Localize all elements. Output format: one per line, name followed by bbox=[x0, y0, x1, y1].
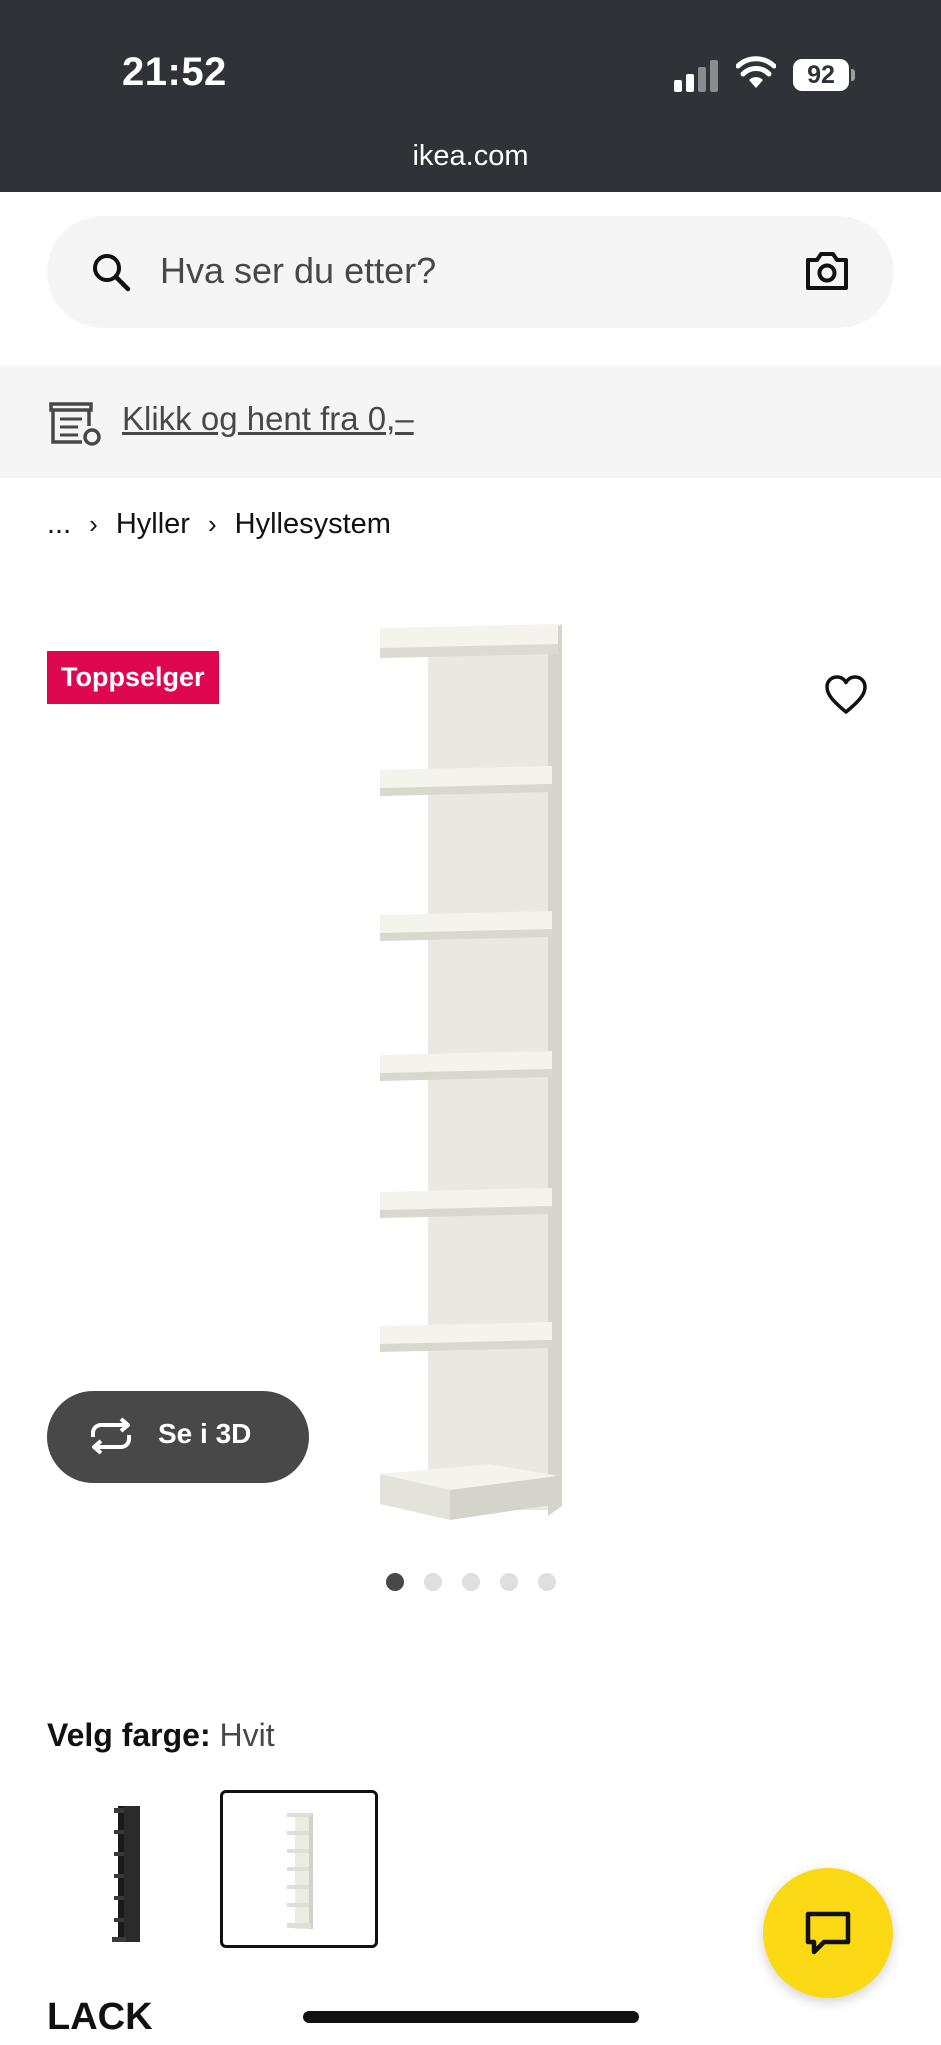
chevron-right-icon: › bbox=[207, 509, 217, 539]
battery-icon: 92 bbox=[793, 59, 855, 91]
product-name: LACK bbox=[47, 1996, 153, 2038]
search-bar[interactable]: Hva ser du etter? bbox=[47, 216, 894, 328]
selected-color-name: Hvit bbox=[219, 1717, 275, 1753]
search-input[interactable]: Hva ser du etter? bbox=[160, 250, 436, 292]
image-carousel-indicator bbox=[386, 1573, 576, 1591]
carousel-dot[interactable] bbox=[538, 1573, 556, 1591]
click-and-collect-banner: Klikk og hent fra 0,– bbox=[0, 366, 941, 478]
chat-button[interactable] bbox=[763, 1868, 893, 1998]
status-bar: 21:52 92 ikea.com bbox=[0, 0, 941, 192]
breadcrumb-ellipsis[interactable]: ... bbox=[47, 508, 71, 541]
topseller-badge: Toppselger bbox=[47, 651, 219, 704]
carousel-dot[interactable] bbox=[462, 1573, 480, 1591]
product-image-wall-shelf[interactable] bbox=[370, 620, 570, 1525]
cellular-signal-icon bbox=[674, 60, 718, 92]
status-time: 21:52 bbox=[122, 50, 227, 94]
view-in-3d-button[interactable]: Se i 3D bbox=[47, 1391, 309, 1483]
rotate-3d-icon bbox=[91, 1417, 131, 1455]
click-and-collect-link[interactable]: Klikk og hent fra 0,– bbox=[122, 400, 414, 438]
breadcrumb: ... › Hyller › Hyllesystem bbox=[47, 508, 391, 541]
chevron-right-icon: › bbox=[89, 509, 98, 539]
chat-icon bbox=[805, 1911, 851, 1955]
store-icon bbox=[49, 402, 101, 446]
color-option-black-brown[interactable] bbox=[78, 1800, 184, 1948]
color-label-prefix: Velg farge: bbox=[47, 1717, 211, 1753]
breadcrumb-hyller[interactable]: Hyller bbox=[116, 508, 190, 541]
wifi-icon bbox=[736, 56, 776, 88]
color-selector-label: Velg farge: Hvit bbox=[47, 1717, 275, 1754]
browser-url[interactable]: ikea.com bbox=[0, 140, 941, 173]
home-indicator[interactable] bbox=[303, 2011, 639, 2023]
carousel-dot[interactable] bbox=[386, 1573, 404, 1591]
breadcrumb-hyllesystem[interactable]: Hyllesystem bbox=[235, 508, 391, 541]
heart-icon[interactable] bbox=[824, 674, 868, 716]
carousel-dot[interactable] bbox=[500, 1573, 518, 1591]
camera-icon[interactable] bbox=[804, 250, 850, 292]
view-in-3d-label: Se i 3D bbox=[158, 1418, 252, 1449]
battery-level: 92 bbox=[793, 59, 849, 91]
search-icon[interactable] bbox=[91, 252, 131, 292]
carousel-dot[interactable] bbox=[424, 1573, 442, 1591]
white-shelf-thumbnail bbox=[287, 1813, 313, 1929]
color-option-white[interactable] bbox=[220, 1790, 378, 1948]
